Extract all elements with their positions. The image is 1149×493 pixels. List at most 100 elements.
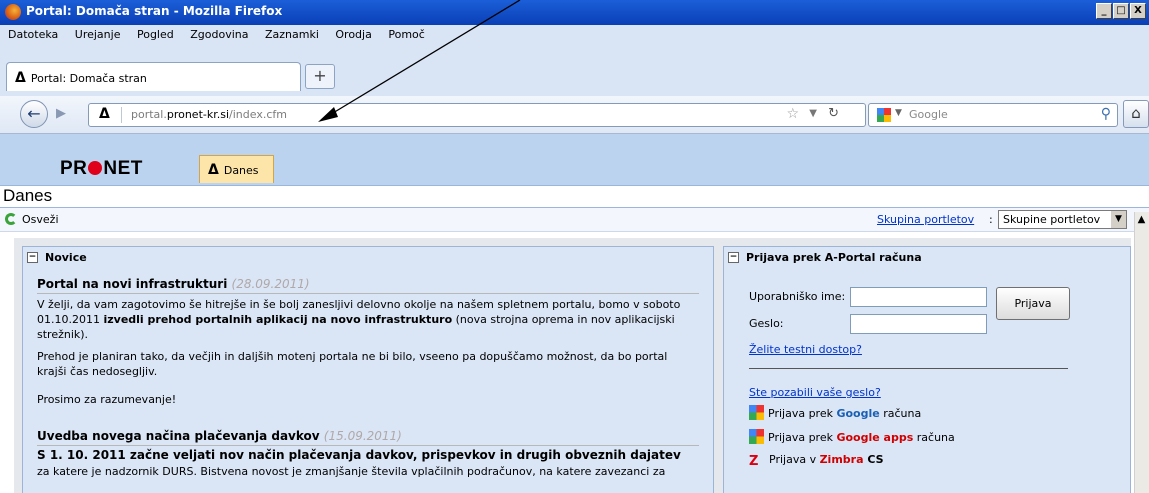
news-paragraph: V želji, da vam zagotovimo še hitrejše i…: [37, 297, 697, 342]
news-item-title[interactable]: Portal na novi infrastrukturi (28.09.201…: [37, 277, 310, 291]
google-search-engine-icon[interactable]: [877, 108, 891, 122]
menu-zaznamki[interactable]: Zaznamki: [265, 28, 319, 41]
google-login-text: Prijava prek: [768, 407, 837, 420]
portlet-group-selected: Skupine portletov: [1003, 213, 1101, 226]
vertical-scrollbar[interactable]: [1134, 212, 1149, 493]
tab-title: Portal: Domača stran: [30, 72, 147, 85]
url-domain: pronet-kr.si: [166, 108, 230, 121]
search-placeholder: Google: [909, 108, 948, 121]
menu-urejanje[interactable]: Urejanje: [75, 28, 121, 41]
url-divider: [121, 107, 122, 123]
tab-portal[interactable]: Δ Portal: Domača stran: [6, 62, 301, 91]
news-portlet-header: − Novice: [23, 247, 713, 269]
google-login-brand: Google: [836, 407, 880, 420]
news-date: (15.09.2011): [323, 429, 402, 443]
menu-zgodovina[interactable]: Zgodovina: [190, 28, 248, 41]
login-button[interactable]: Prijava: [996, 287, 1070, 320]
news-portlet: − Novice Portal na novi infrastrukturi (…: [22, 246, 714, 493]
portlet-group-select[interactable]: Skupine portletov ▼: [998, 210, 1127, 229]
login-portlet-title: Prijava prek A-Portal računa: [746, 251, 922, 264]
home-button[interactable]: ⌂: [1123, 100, 1149, 128]
google-apps-login-text: Prijava prek: [768, 431, 837, 444]
forward-button[interactable]: ▶: [50, 106, 72, 124]
test-access-link[interactable]: Želite testni dostop?: [749, 343, 862, 356]
back-button[interactable]: ←: [20, 100, 48, 128]
news-text-bold: izvedli prehod portalnih aplikacij na no…: [103, 313, 453, 326]
google-login-link[interactable]: Prijava prek Google računa: [749, 405, 921, 420]
menu-pomoc[interactable]: Pomoč: [388, 28, 424, 41]
collapse-icon[interactable]: −: [728, 252, 739, 263]
home-icon: ⌂: [1131, 104, 1141, 122]
maximize-button[interactable]: □: [1113, 3, 1129, 19]
collapse-icon[interactable]: −: [27, 252, 38, 263]
google-apps-login-link[interactable]: Prijava prek Google apps računa: [749, 429, 955, 444]
search-magnifier-icon[interactable]: ⚲: [1101, 106, 1111, 122]
logo-dot-icon: [88, 161, 103, 175]
portlet-group-colon: :: [989, 213, 993, 226]
dropdown-arrow-icon[interactable]: ▼: [1110, 211, 1126, 228]
login-portlet-header: − Prijava prek A-Portal računa: [724, 247, 1130, 269]
title-bar: Portal: Domača stran - Mozilla Firefox: [0, 0, 1149, 25]
logo-text-start: PR: [60, 158, 88, 179]
username-label: Uporabniško ime:: [749, 290, 846, 303]
back-arrow-icon: ←: [27, 104, 41, 123]
reload-icon[interactable]: ↻: [828, 106, 839, 121]
google-apps-icon: [749, 429, 764, 444]
history-dropdown-icon[interactable]: ▼: [809, 108, 817, 119]
news-divider: [37, 445, 699, 446]
tab-danes-label: Danes: [223, 164, 259, 177]
news-lead-text: S 1. 10. 2011 začne veljati nov način pl…: [37, 448, 681, 462]
tab-danes[interactable]: Δ Danes: [199, 155, 274, 183]
scroll-up-arrow-icon[interactable]: ▲: [1134, 212, 1149, 227]
google-icon: [749, 405, 764, 420]
username-field[interactable]: [850, 287, 987, 307]
url-bar[interactable]: Δ portal.pronet-kr.si/index.cfm ☆ ▼ ↻: [88, 103, 866, 127]
google-login-text: računa: [879, 407, 922, 420]
bookmark-star-icon[interactable]: ☆: [786, 106, 799, 122]
page-title: Danes: [0, 185, 1149, 208]
delta-icon: Δ: [208, 162, 219, 178]
zimbra-login-text: CS: [863, 453, 884, 466]
zimbra-login-text: Prijava v: [769, 453, 820, 466]
window-title: Portal: Domača stran - Mozilla Firefox: [26, 4, 283, 18]
news-date: (28.09.2011): [231, 277, 310, 291]
refresh-icon[interactable]: [5, 213, 17, 225]
google-apps-login-text: računa: [913, 431, 955, 444]
portal-banner: PR NET Δ Danes: [0, 134, 1149, 185]
portlet-toolbar: Osveži Skupina portletov : Skupine portl…: [0, 208, 1149, 232]
refresh-link[interactable]: Osveži: [22, 213, 59, 226]
password-label: Geslo:: [749, 317, 784, 330]
news-paragraph: Prehod je planiran tako, da večjih in da…: [37, 350, 668, 378]
zimbra-icon: Z: [749, 454, 759, 469]
news-headline: Portal na novi infrastrukturi: [37, 277, 228, 291]
menu-bar: Datoteka Urejanje Pogled Zgodovina Zazna…: [0, 25, 1149, 46]
logo-text-end: NET: [103, 158, 143, 179]
google-apps-login-brand: Google apps: [836, 431, 914, 444]
site-identity-icon[interactable]: Δ: [99, 106, 110, 122]
web-page: PR NET Δ Danes Danes Osveži Skupina portle…: [0, 134, 1149, 493]
forgot-password-link[interactable]: Ste pozabili vaše geslo?: [749, 386, 881, 399]
pronet-logo[interactable]: PR NET: [60, 158, 143, 180]
zimbra-login-brand: Zimbra: [819, 453, 864, 466]
portlet-area: − Novice Portal na novi infrastrukturi (…: [14, 238, 1131, 493]
login-divider: [749, 368, 1068, 369]
portlet-group-link[interactable]: Skupina portletov: [877, 213, 974, 226]
minimize-button[interactable]: _: [1096, 3, 1112, 19]
news-headline: Uvedba novega načina plačevanja davkov: [37, 429, 320, 443]
zimbra-login-link[interactable]: Z Prijava v Zimbra CS: [749, 453, 884, 469]
search-bar[interactable]: ▼ Google ⚲: [868, 103, 1118, 127]
close-button[interactable]: X: [1130, 3, 1146, 19]
news-paragraph: Prosimo za razumevanje!: [37, 393, 177, 406]
menu-datoteka[interactable]: Datoteka: [8, 28, 58, 41]
delta-icon: Δ: [15, 70, 26, 86]
forward-arrow-icon: ▶: [56, 106, 66, 121]
browser-window: Portal: Domača stran - Mozilla Firefox _…: [0, 0, 1149, 493]
engine-dropdown-icon[interactable]: ▼: [895, 108, 902, 118]
page-title-text: Danes: [3, 186, 53, 205]
news-item-title[interactable]: Uvedba novega načina plačevanja davkov (…: [37, 429, 402, 443]
new-tab-button[interactable]: +: [305, 64, 335, 89]
password-field[interactable]: [850, 314, 987, 334]
menu-orodja[interactable]: Orodja: [335, 28, 371, 41]
news-divider: [37, 293, 699, 294]
menu-pogled[interactable]: Pogled: [137, 28, 174, 41]
